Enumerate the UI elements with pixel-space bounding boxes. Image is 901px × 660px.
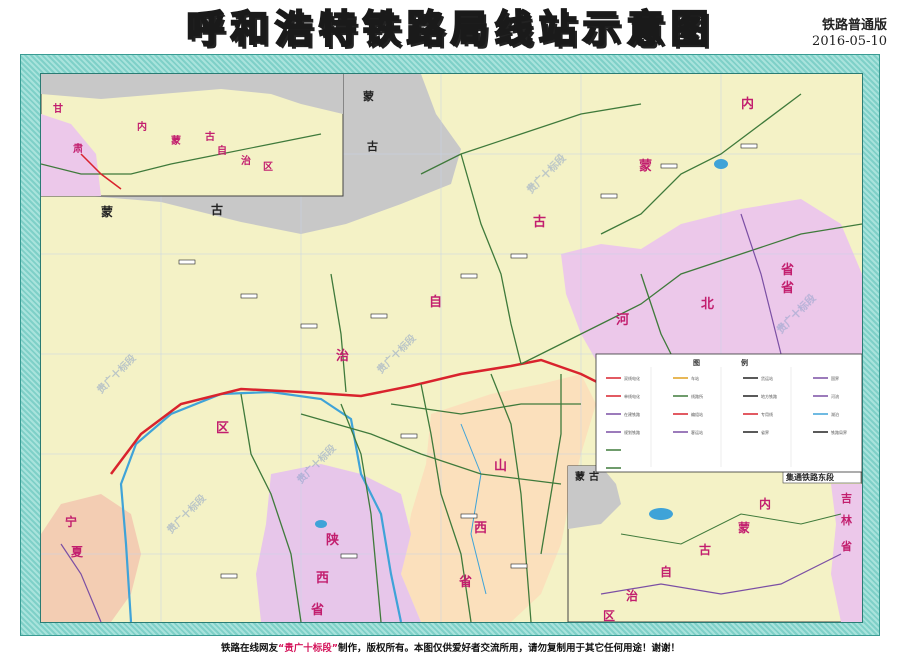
legend-item: 省界 (761, 429, 769, 435)
label-hebei: 北 (701, 297, 714, 312)
label-mongolia: 古 (211, 202, 223, 217)
legend-item: 铁路局界 (831, 429, 847, 435)
label-shanxi: 西 (474, 521, 487, 536)
legend-item: 规划铁路 (624, 429, 640, 435)
label-inset-nw: 古 (205, 130, 215, 143)
legend-item: 专用线 (761, 411, 773, 417)
legend-item: 编组站 (691, 411, 703, 417)
legend-item: 国界 (831, 375, 839, 381)
legend-item: 湖泊 (831, 411, 839, 417)
label-hebei: 河 (616, 312, 629, 328)
legend-title-char-2: 例 (741, 358, 748, 367)
lake (315, 520, 327, 528)
label-inner-mongolia: 自 (429, 294, 442, 310)
label-inset-se: 古 (699, 542, 711, 557)
label-inset-se: 治 (626, 588, 638, 603)
label-mongolia: 蒙 (101, 204, 113, 219)
label-inset-gansu: 肃 (73, 142, 83, 155)
legend-item: 客运站 (691, 429, 703, 435)
label-inner-mongolia: 治 (336, 348, 349, 364)
legend-item: 货运站 (761, 375, 773, 381)
label-shanxi: 山 (494, 458, 507, 474)
label-mongolia-upper: 蒙 (363, 89, 374, 103)
map-canvas[interactable]: 图 例 双线电化 单线电化 在建铁路 规划铁路 车站 线路所 编组站 客运站 货… (40, 73, 863, 623)
label-inset-nw: 区 (263, 161, 273, 173)
label-inset-se: 区 (603, 609, 615, 622)
footer-author: “贵广十标段” (278, 643, 338, 654)
edition-label: 铁路普通版 (821, 18, 887, 33)
legend-item: 双线电化 (624, 375, 640, 381)
label-shanxi: 省 (458, 574, 472, 590)
lake (714, 159, 728, 169)
label-hebei: 省 (780, 262, 794, 278)
legend-item: 单线电化 (624, 393, 640, 399)
label-inset-se-mongolia: 古 (589, 470, 599, 483)
legend-item: 在建铁路 (624, 411, 640, 417)
legend-item: 地方铁路 (761, 393, 777, 399)
label-hebei: 省 (780, 280, 794, 296)
label-ningxia: 夏 (71, 545, 84, 559)
label-inset-nw: 自 (217, 144, 227, 157)
date-label: 2016-05-10 (812, 34, 887, 49)
label-inner-mongolia: 古 (533, 214, 546, 230)
footer-credit: 铁路在线网友“贵广十标段”制作，版权所有。本图仅供爱好者交流所用，请勿复制用于其… (0, 640, 901, 658)
legend-item: 线路所 (691, 393, 703, 399)
label-inset-se: 内 (759, 496, 771, 511)
label-inset-gansu: 甘 (53, 102, 63, 115)
label-jilin: 吉 (841, 491, 852, 505)
label-inset-se-mongolia: 蒙 (575, 470, 585, 483)
page-title: 呼和浩特铁路局线站示意图 (185, 5, 715, 52)
label-mongolia-upper: 古 (367, 139, 378, 153)
legend-item: 车站 (691, 375, 699, 381)
label-jilin: 林 (841, 513, 852, 527)
label-inset-se: 蒙 (738, 520, 750, 535)
inset-se-lake (649, 508, 673, 520)
label-jilin: 省 (840, 539, 852, 553)
label-inner-mongolia: 区 (216, 421, 229, 436)
label-inset-nw: 治 (241, 154, 251, 167)
railway-map[interactable]: 图 例 双线电化 单线电化 在建铁路 规划铁路 车站 线路所 编组站 客运站 货… (41, 74, 862, 622)
label-shaanxi: 陕 (326, 532, 340, 548)
label-shaanxi: 西 (316, 571, 329, 586)
label-inset-nw: 蒙 (171, 134, 181, 147)
legend-title-char-1: 图 (693, 358, 700, 367)
footer-prefix: 铁路在线网友 (220, 643, 278, 654)
label-inner-mongolia: 内 (741, 96, 754, 112)
inset-se-title: 集通铁路东段 (785, 472, 834, 482)
label-shaanxi: 省 (310, 602, 324, 618)
footer-suffix: 制作，版权所有。本图仅供爱好者交流所用，请勿复制用于其它任何用途！谢谢！ (338, 643, 681, 654)
label-inset-se: 自 (660, 564, 672, 579)
label-ningxia: 宁 (65, 514, 77, 529)
legend-item: 河流 (831, 393, 839, 399)
label-inner-mongolia: 蒙 (639, 158, 652, 174)
label-inset-nw: 内 (137, 120, 147, 133)
